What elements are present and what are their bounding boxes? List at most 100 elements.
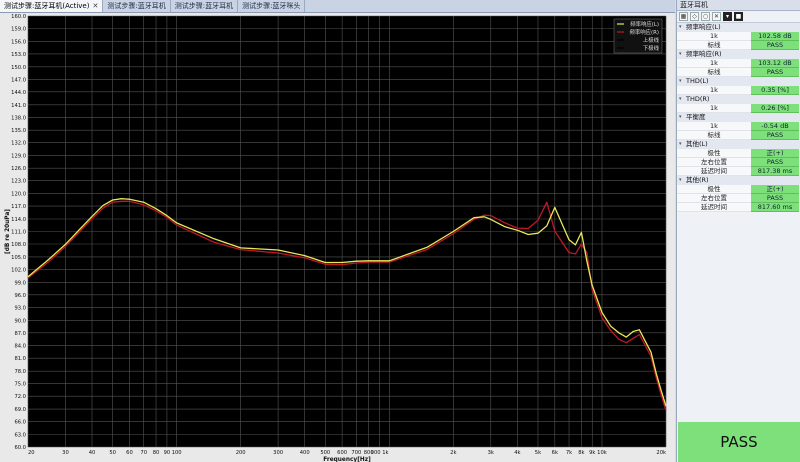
stop-icon[interactable]: ■ — [734, 12, 743, 21]
collapse-icon[interactable]: ▾ — [679, 77, 684, 86]
collapse-icon[interactable]: ▾ — [679, 23, 684, 32]
result-value: PASS — [751, 68, 799, 77]
result-group-header[interactable]: ▾ 平衡度 — [677, 113, 800, 122]
result-value: PASS — [751, 194, 799, 203]
x-tick-label: 700 — [351, 450, 361, 456]
tab-2[interactable]: 测试步骤:蓝牙耳机 — [103, 0, 171, 12]
y-tick-label: 153.0 — [11, 52, 26, 58]
result-row: 标线 PASS — [677, 68, 800, 77]
tab-label: 测试步骤:蓝牙耳机 — [174, 2, 234, 10]
result-value: 817.60 ms — [751, 203, 799, 212]
y-tick-label: 108.0 — [11, 242, 26, 248]
chart-area[interactable]: 60.0 63.0 66.0 69.0 72.0 75.0 78.0 81.0 84.0 87.0… — [0, 13, 675, 462]
result-group-header[interactable]: ▾ THD(R) — [677, 95, 800, 104]
tab-4[interactable]: 测试步骤:蓝牙咪头 — [238, 0, 306, 12]
legend-label: 上极线 — [643, 36, 660, 44]
results-panel: 蓝牙耳机 ▦ ◇ ○ ✕ ▾ ■ ▾ 频率响应(L) 1k 102.58 dB 标线 PA… — [676, 0, 800, 462]
close-icon[interactable]: ✕ — [92, 0, 98, 12]
collapse-icon[interactable]: ▾ — [679, 95, 684, 104]
result-row: 1k 0.26 [%] — [677, 104, 800, 113]
result-row: 极性 正(+) — [677, 185, 800, 194]
result-value: PASS — [751, 41, 799, 50]
y-tick-label: 99.0 — [14, 280, 26, 286]
result-value: 正(+) — [751, 149, 799, 158]
result-row: 延迟时间 817.38 ms — [677, 167, 800, 176]
y-tick-label: 141.0 — [11, 103, 26, 109]
chevron-down-icon[interactable]: ▾ — [723, 12, 732, 21]
frequency-response-chart[interactable]: 60.0 63.0 66.0 69.0 72.0 75.0 78.0 81.0 84.0 87.0… — [0, 13, 675, 462]
result-group-header[interactable]: ▾ 频率响应(R) — [677, 50, 800, 59]
result-group-title: THD(L) — [686, 77, 709, 85]
x-tick-label: 400 — [300, 450, 310, 456]
result-row: 左右位置 PASS — [677, 158, 800, 167]
collapse-icon[interactable]: ▾ — [679, 176, 684, 185]
tab-3[interactable]: 测试步骤:蓝牙耳机 — [171, 0, 239, 12]
result-group-title: 其他(L) — [686, 140, 708, 148]
collapse-icon[interactable]: ▾ — [679, 113, 684, 122]
y-tick-label: 114.0 — [11, 217, 26, 223]
y-tick-label: 120.0 — [11, 192, 26, 198]
result-group-header[interactable]: ▾ THD(L) — [677, 77, 800, 86]
result-row: 极性 正(+) — [677, 149, 800, 158]
x-axis-label: Frequency[Hz] — [323, 457, 371, 462]
result-group-header[interactable]: ▾ 其他(L) — [677, 140, 800, 149]
y-axis-label: [dB re 20uPa] — [5, 209, 11, 254]
x-tick-label: 2k — [450, 450, 456, 456]
y-tick-label: 123.0 — [11, 179, 26, 185]
result-value: PASS — [751, 158, 799, 167]
settings-icon[interactable]: ○ — [701, 12, 710, 21]
y-tick-label: 129.0 — [11, 154, 26, 160]
pin-icon[interactable]: ◇ — [690, 12, 699, 21]
result-key: 延迟时间 — [677, 203, 751, 212]
result-key: 1k — [677, 59, 751, 68]
result-key: 左右位置 — [677, 194, 751, 203]
close-icon[interactable]: ✕ — [712, 12, 721, 21]
y-tick-label: 90.0 — [14, 318, 26, 324]
result-value: 0.26 [%] — [751, 104, 799, 113]
y-tick-label: 156.0 — [11, 39, 26, 45]
x-tick-label: 200 — [236, 450, 246, 456]
y-tick-label: 102.0 — [11, 267, 26, 273]
result-key: 1k — [677, 104, 751, 113]
y-tick-label: 87.0 — [14, 331, 26, 337]
x-tick-label: 30 — [62, 450, 69, 456]
y-tick-label: 160.0 — [11, 14, 26, 20]
result-group-header[interactable]: ▾ 频率响应(L) — [677, 23, 800, 32]
y-tick-label: 93.0 — [14, 305, 26, 311]
panel-title: 蓝牙耳机 — [677, 0, 800, 11]
y-tick-label: 63.0 — [14, 433, 26, 439]
x-tick-label: 60 — [126, 450, 133, 456]
tab-label: 测试步骤:蓝牙耳机(Active) — [4, 2, 90, 10]
y-tick-label: 84.0 — [14, 344, 26, 350]
result-key: 1k — [677, 32, 751, 41]
collapse-icon[interactable]: ▾ — [679, 50, 684, 59]
result-value: 正(+) — [751, 185, 799, 194]
result-group-title: 频率响应(L) — [686, 23, 721, 31]
result-key: 标线 — [677, 68, 751, 77]
collapse-icon[interactable]: ▾ — [679, 140, 684, 149]
result-row: 1k -0.54 dB — [677, 122, 800, 131]
x-tick-label: 500 — [320, 450, 330, 456]
x-tick-label: 90 — [164, 450, 171, 456]
y-tick-label: 132.0 — [11, 141, 26, 147]
x-tick-label: 50 — [109, 450, 116, 456]
legend-label: 频率响应(R) — [629, 28, 659, 36]
result-key: 左右位置 — [677, 158, 751, 167]
overall-result: PASS — [678, 422, 800, 462]
grid-icon[interactable]: ▦ — [679, 12, 688, 21]
result-value: 103.12 dB — [751, 59, 799, 68]
x-tick-label: 600 — [337, 450, 347, 456]
tab-active[interactable]: 测试步骤:蓝牙耳机(Active) ✕ — [0, 0, 104, 12]
x-tick-label: 80 — [153, 450, 160, 456]
result-row: 1k 103.12 dB — [677, 59, 800, 68]
result-row: 左右位置 PASS — [677, 194, 800, 203]
y-tick-label: 147.0 — [11, 77, 26, 83]
y-tick-label: 138.0 — [11, 115, 26, 121]
result-group-header[interactable]: ▾ 其他(R) — [677, 176, 800, 185]
x-tick-label: 70 — [140, 450, 147, 456]
x-tick-label: 10k — [597, 450, 607, 456]
legend-label: 频率响应(L) — [630, 20, 659, 28]
x-tick-label: 20 — [28, 450, 35, 456]
result-row: 1k 0.35 [%] — [677, 86, 800, 95]
y-tick-label: 66.0 — [14, 420, 26, 426]
